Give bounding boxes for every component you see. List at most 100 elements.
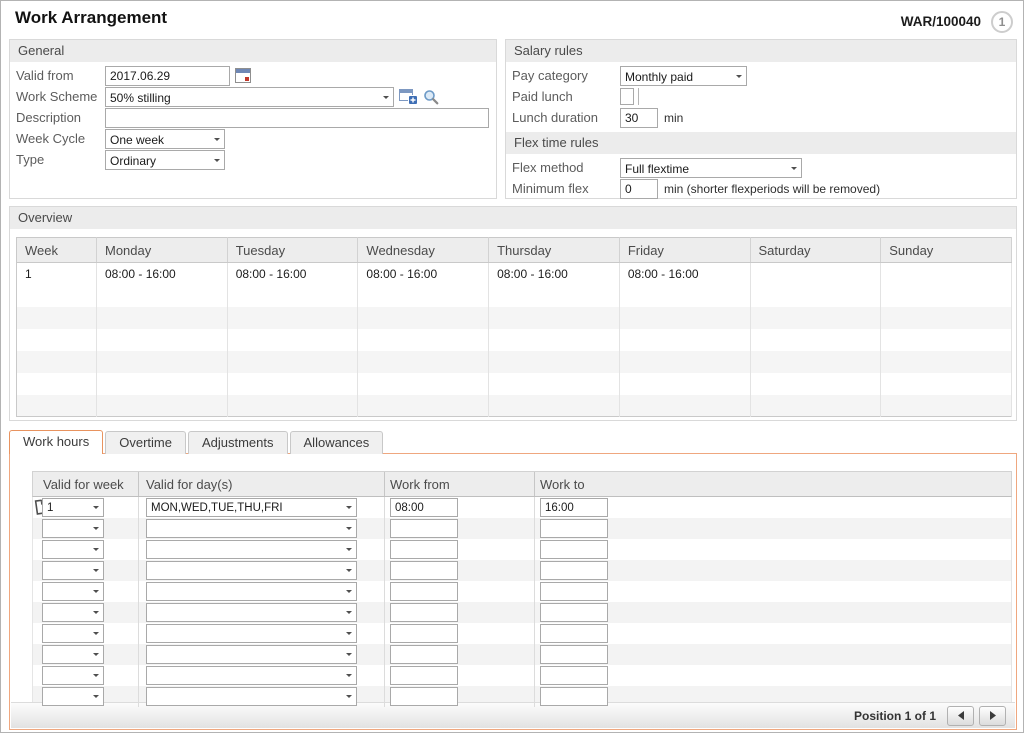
chevron-down-icon <box>346 674 352 680</box>
overview-cell <box>17 373 97 395</box>
work-scheme-select[interactable]: 50% stilling <box>105 87 394 107</box>
work-from-input[interactable] <box>390 540 458 559</box>
work-from-input[interactable] <box>390 603 458 622</box>
work-from-input[interactable] <box>390 498 458 517</box>
overview-cell <box>358 351 489 373</box>
tab-adjustments[interactable]: Adjustments <box>188 431 288 454</box>
valid-days-select[interactable] <box>146 603 357 622</box>
overview-row: 108:00 - 16:0008:00 - 16:0008:00 - 16:00… <box>17 263 1012 285</box>
grid-col-work-from: Work from <box>390 477 450 492</box>
work-to-input[interactable] <box>540 687 608 706</box>
work-to-input[interactable] <box>540 561 608 580</box>
work-from-input[interactable] <box>390 687 458 706</box>
work-from-input[interactable] <box>390 624 458 643</box>
valid-week-select[interactable] <box>42 561 104 580</box>
lunch-duration-input[interactable] <box>620 108 658 128</box>
work-to-input[interactable] <box>540 540 608 559</box>
work-from-input[interactable] <box>390 519 458 538</box>
overview-cell <box>358 285 489 307</box>
pay-category-select[interactable]: Monthly paid <box>620 66 747 86</box>
general-panel: General Valid from Work Scheme 50% still… <box>9 39 497 199</box>
overview-cell: 08:00 - 16:00 <box>358 263 489 285</box>
lunch-duration-label: Lunch duration <box>512 110 620 125</box>
overview-cell <box>358 395 489 417</box>
work-to-input[interactable] <box>540 582 608 601</box>
flex-method-label: Flex method <box>512 160 620 175</box>
valid-week-select[interactable] <box>42 540 104 559</box>
overview-cell <box>881 373 1012 395</box>
valid-week-select[interactable] <box>42 603 104 622</box>
chevron-down-icon <box>214 138 220 144</box>
work-to-input[interactable] <box>540 666 608 685</box>
overview-cell <box>881 329 1012 351</box>
work-to-input[interactable] <box>540 603 608 622</box>
valid-week-select[interactable] <box>42 519 104 538</box>
valid-days-select[interactable] <box>146 687 357 706</box>
work-hours-row <box>33 665 1011 686</box>
valid-days-select[interactable]: MON,WED,TUE,THU,FRI <box>146 498 357 517</box>
new-window-icon[interactable] <box>399 89 418 105</box>
overview-row <box>17 395 1012 417</box>
work-from-input[interactable] <box>390 666 458 685</box>
valid-from-input[interactable] <box>105 66 230 86</box>
valid-days-select[interactable] <box>146 561 357 580</box>
tab-work-hours[interactable]: Work hours <box>9 430 103 454</box>
work-scheme-label: Work Scheme <box>16 89 105 104</box>
valid-days-select[interactable] <box>146 645 357 664</box>
chevron-down-icon <box>93 590 99 596</box>
column-divider <box>534 497 535 707</box>
overview-cell <box>489 351 620 373</box>
valid-week-select[interactable] <box>42 666 104 685</box>
count-badge[interactable]: 1 <box>991 11 1013 33</box>
work-from-input[interactable] <box>390 582 458 601</box>
work-to-input[interactable] <box>540 624 608 643</box>
overview-cell <box>619 307 750 329</box>
flex-method-select[interactable]: Full flextime <box>620 158 802 178</box>
valid-days-select[interactable] <box>146 519 357 538</box>
position-indicator: Position 1 of 1 <box>854 709 936 723</box>
work-to-input[interactable] <box>540 498 608 517</box>
overview-cell <box>750 307 881 329</box>
overview-cell <box>227 351 358 373</box>
chevron-down-icon <box>93 548 99 554</box>
valid-days-select[interactable] <box>146 666 357 685</box>
overview-cell <box>97 373 228 395</box>
chevron-down-icon <box>93 506 99 512</box>
work-hours-grid-body: 1 MON,WED,TUE,THU,FRI <box>32 497 1012 707</box>
work-hours-row <box>33 581 1011 602</box>
overview-cell <box>881 395 1012 417</box>
tab-overtime[interactable]: Overtime <box>105 431 186 454</box>
valid-week-select[interactable] <box>42 624 104 643</box>
overview-cell <box>881 263 1012 285</box>
work-hours-row <box>33 560 1011 581</box>
overview-cell <box>97 307 228 329</box>
overview-cell <box>750 395 881 417</box>
paid-lunch-label: Paid lunch <box>512 89 620 104</box>
valid-days-select[interactable] <box>146 624 357 643</box>
valid-week-select[interactable] <box>42 687 104 706</box>
calendar-icon[interactable] <box>235 68 252 84</box>
description-input[interactable] <box>105 108 489 128</box>
work-from-input[interactable] <box>390 645 458 664</box>
next-page-button[interactable] <box>979 706 1006 726</box>
valid-days-select[interactable] <box>146 540 357 559</box>
week-cycle-select[interactable]: One week <box>105 129 225 149</box>
tab-allowances[interactable]: Allowances <box>290 431 384 454</box>
overview-cell <box>227 307 358 329</box>
valid-days-select[interactable] <box>146 582 357 601</box>
work-from-input[interactable] <box>390 561 458 580</box>
type-select[interactable]: Ordinary <box>105 150 225 170</box>
valid-week-select[interactable]: 1 <box>42 498 104 517</box>
work-to-input[interactable] <box>540 645 608 664</box>
valid-week-select[interactable] <box>42 582 104 601</box>
work-to-input[interactable] <box>540 519 608 538</box>
overview-col-sunday: Sunday <box>881 238 1012 263</box>
minimum-flex-label: Minimum flex <box>512 181 620 196</box>
minimum-flex-input[interactable] <box>620 179 658 199</box>
search-icon[interactable] <box>423 89 439 105</box>
valid-week-select[interactable] <box>42 645 104 664</box>
paid-lunch-checkbox[interactable] <box>620 88 634 105</box>
previous-page-button[interactable] <box>947 706 974 726</box>
overview-cell <box>619 329 750 351</box>
overview-cell <box>750 351 881 373</box>
